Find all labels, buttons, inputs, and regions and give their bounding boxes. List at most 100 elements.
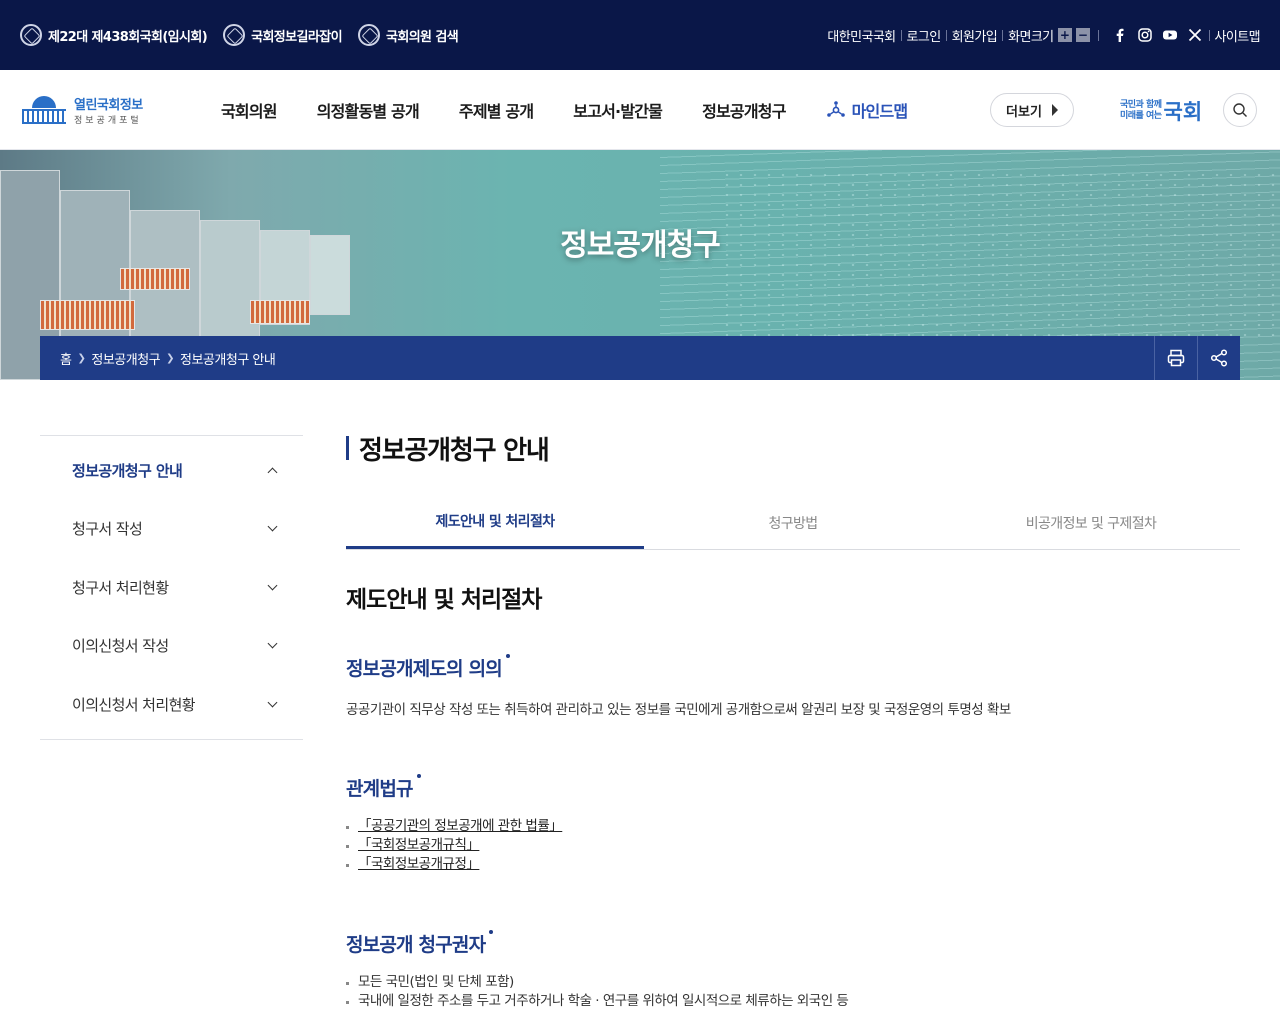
page-tools [1154, 336, 1240, 380]
list-item: 국내에 일정한 주소를 두고 거주하거나 학술 · 연구를 위하여 일시적으로 … [346, 992, 1240, 1011]
site-logo[interactable]: 열린국회정보 정보공개포털 [20, 94, 143, 126]
open-drawer-image [120, 268, 190, 290]
chevron-down-icon [267, 697, 278, 708]
utility-right: 대한민국국회 로그인 회원가입 화면크기 + − 사이트맵 [827, 26, 1261, 45]
assembly-slogan-logo: 국민과 함께 미래를 여는 국회 [1120, 96, 1202, 126]
share-icon [1210, 349, 1228, 367]
assembly-emblem-icon [357, 24, 380, 46]
login-link[interactable]: 로그인 [907, 26, 942, 45]
section-laws: 관계법규 「공공기관의 정보공개에 관한 법률」 「국회정보공개규칙」 「국회정… [346, 774, 1240, 874]
title-accent-bar [346, 436, 349, 460]
nav-reports[interactable]: 보고서·발간물 [573, 98, 663, 122]
arrow-right-icon [1051, 104, 1058, 116]
law-link-item[interactable]: 「공공기관의 정보공개에 관한 법률」 [346, 817, 1240, 836]
logo-title: 열린국회정보 [74, 98, 143, 113]
law-link-item[interactable]: 「국회정보공개규정」 [346, 855, 1240, 874]
chevron-down-icon [267, 521, 278, 532]
print-icon [1167, 349, 1185, 367]
logo-subtitle: 정보공개포털 [74, 116, 142, 126]
section-heading: 제도안내 및 처리절차 [346, 587, 542, 613]
slogan-big: 국회 [1163, 100, 1203, 124]
nav-members[interactable]: 국회의원 [221, 98, 277, 122]
section-title: 정보공개 청구권자 [346, 930, 494, 957]
section-title: 정보공개제도의 의의 [346, 654, 510, 681]
main-header: 열린국회정보 정보공개포털 국회의원 의정활동별 공개 주제별 공개 보고서·발… [0, 70, 1280, 150]
assembly-emblem-icon [223, 24, 246, 46]
sidenav-label: 청구서 처리현황 [72, 578, 169, 597]
divider [945, 29, 947, 41]
slogan-small: 국민과 함께 미래를 여는 [1120, 100, 1162, 121]
sidenav-item-write-request[interactable]: 청구서 작성 [40, 500, 303, 559]
list-item: 모든 국민(법인 및 단체 포함) [346, 973, 1240, 992]
info-guide-label: 국회정보길라잡이 [251, 29, 342, 45]
mindmap-icon [826, 101, 845, 117]
chevron-up-icon [267, 467, 278, 478]
assembly-session-label: 제22대 제438회국회(임시회) [48, 29, 208, 45]
zoom-in-button[interactable]: + [1057, 28, 1072, 42]
sidenav-label: 이의신청서 처리현황 [72, 695, 196, 714]
national-assembly-link[interactable]: 대한민국국회 [827, 26, 896, 45]
info-guide-link[interactable]: 국회정보길라잡이 [223, 24, 343, 46]
hero-title: 정보공개청구 [560, 228, 721, 263]
nav-topics[interactable]: 주제별 공개 [459, 98, 534, 122]
chevron-right-icon: ❯ [166, 352, 175, 364]
breadcrumb-home[interactable]: 홈 [60, 349, 72, 368]
chevron-down-icon [267, 638, 278, 649]
signup-link[interactable]: 회원가입 [952, 26, 998, 45]
sidenav-item-objection-status[interactable]: 이의신청서 처리현황 [40, 675, 303, 734]
nav-activities[interactable]: 의정활동별 공개 [317, 98, 420, 122]
sidenav-item-guide[interactable]: 정보공개청구 안내 [40, 441, 303, 500]
breadcrumb-current[interactable]: 정보공개청구 안내 [180, 349, 276, 368]
share-button[interactable] [1197, 336, 1240, 380]
sitemap-link[interactable]: 사이트맵 [1215, 26, 1261, 45]
open-drawer-image [40, 300, 135, 330]
divider [1208, 29, 1210, 41]
assembly-session-link[interactable]: 제22대 제438회국회(임시회) [20, 24, 208, 46]
logo-text: 열린국회정보 정보공개포털 [74, 94, 143, 126]
section-claimants: 정보공개 청구권자 모든 국민(법인 및 단체 포함) 국내에 일정한 주소를 … [346, 930, 1240, 1011]
utility-bar: 제22대 제438회국회(임시회) 국회정보길라잡이 국회의원 검색 대한민국국… [0, 0, 1280, 70]
breadcrumb: 홈 ❯ 정보공개청구 ❯ 정보공개청구 안내 [40, 349, 276, 368]
divider [900, 29, 902, 41]
chevron-right-icon: ❯ [77, 352, 86, 364]
tab-request-method[interactable]: 청구방법 [644, 498, 942, 549]
section-meaning: 정보공개제도의 의의 공공기관이 직무상 작성 또는 취득하여 관리하고 있는 … [346, 654, 1240, 718]
member-search-link[interactable]: 국회의원 검색 [357, 24, 459, 46]
divider [1097, 29, 1099, 41]
search-button[interactable] [1223, 93, 1257, 127]
section-title: 관계법규 [346, 774, 421, 801]
search-icon [1233, 103, 1247, 117]
nav-info-request[interactable]: 정보공개청구 [702, 98, 786, 122]
law-link-item[interactable]: 「국회정보공개규칙」 [346, 836, 1240, 855]
instagram-icon[interactable] [1136, 26, 1154, 44]
page-title: 정보공개청구 안내 [359, 435, 550, 466]
chevron-down-icon [267, 580, 278, 591]
zoom-out-button[interactable]: − [1075, 28, 1090, 42]
breadcrumb-info-request[interactable]: 정보공개청구 [91, 349, 160, 368]
nav-mindmap[interactable]: 마인드맵 [826, 98, 908, 122]
section-text: 공공기관이 직무상 작성 또는 취득하여 관리하고 있는 정보를 국민에게 공개… [346, 702, 1011, 718]
global-nav: 국회의원 의정활동별 공개 주제별 공개 보고서·발간물 정보공개청구 마인드맵 [221, 70, 947, 150]
content-tabs: 제도안내 및 처리절차 청구방법 비공개정보 및 구제절차 [346, 498, 1240, 550]
print-button[interactable] [1154, 336, 1197, 380]
font-size-label: 화면크기 [1008, 29, 1054, 45]
more-button[interactable]: 더보기 [990, 93, 1074, 127]
claimant-list: 모든 국민(법인 및 단체 포함) 국내에 일정한 주소를 두고 거주하거나 학… [346, 973, 1240, 1011]
sidenav-item-write-objection[interactable]: 이의신청서 작성 [40, 617, 303, 676]
tab-system-guide[interactable]: 제도안내 및 처리절차 [346, 498, 644, 549]
side-nav: 정보공개청구 안내 청구서 작성 청구서 처리현황 이의신청서 작성 이의신청서… [40, 435, 303, 740]
x-twitter-icon[interactable] [1186, 26, 1204, 44]
page-title-block: 정보공개청구 안내 [346, 430, 1240, 466]
sidenav-item-request-status[interactable]: 청구서 처리현황 [40, 558, 303, 617]
more-label: 더보기 [1006, 104, 1042, 120]
divider [1002, 29, 1004, 41]
facebook-icon[interactable] [1111, 26, 1129, 44]
tab-nondisclosure[interactable]: 비공개정보 및 구제절차 [942, 498, 1240, 549]
open-drawer-image [250, 300, 310, 324]
mindmap-label: 마인드맵 [851, 102, 908, 121]
youtube-icon[interactable] [1161, 26, 1179, 44]
sidenav-label: 이의신청서 작성 [72, 637, 169, 656]
law-list: 「공공기관의 정보공개에 관한 법률」 「국회정보공개규칙」 「국회정보공개규정… [346, 817, 1240, 874]
utility-left: 제22대 제438회국회(임시회) 국회정보길라잡이 국회의원 검색 [20, 24, 459, 46]
hero-banner: 정보공개청구 홈 ❯ 정보공개청구 ❯ 정보공개청구 안내 [0, 150, 1280, 380]
